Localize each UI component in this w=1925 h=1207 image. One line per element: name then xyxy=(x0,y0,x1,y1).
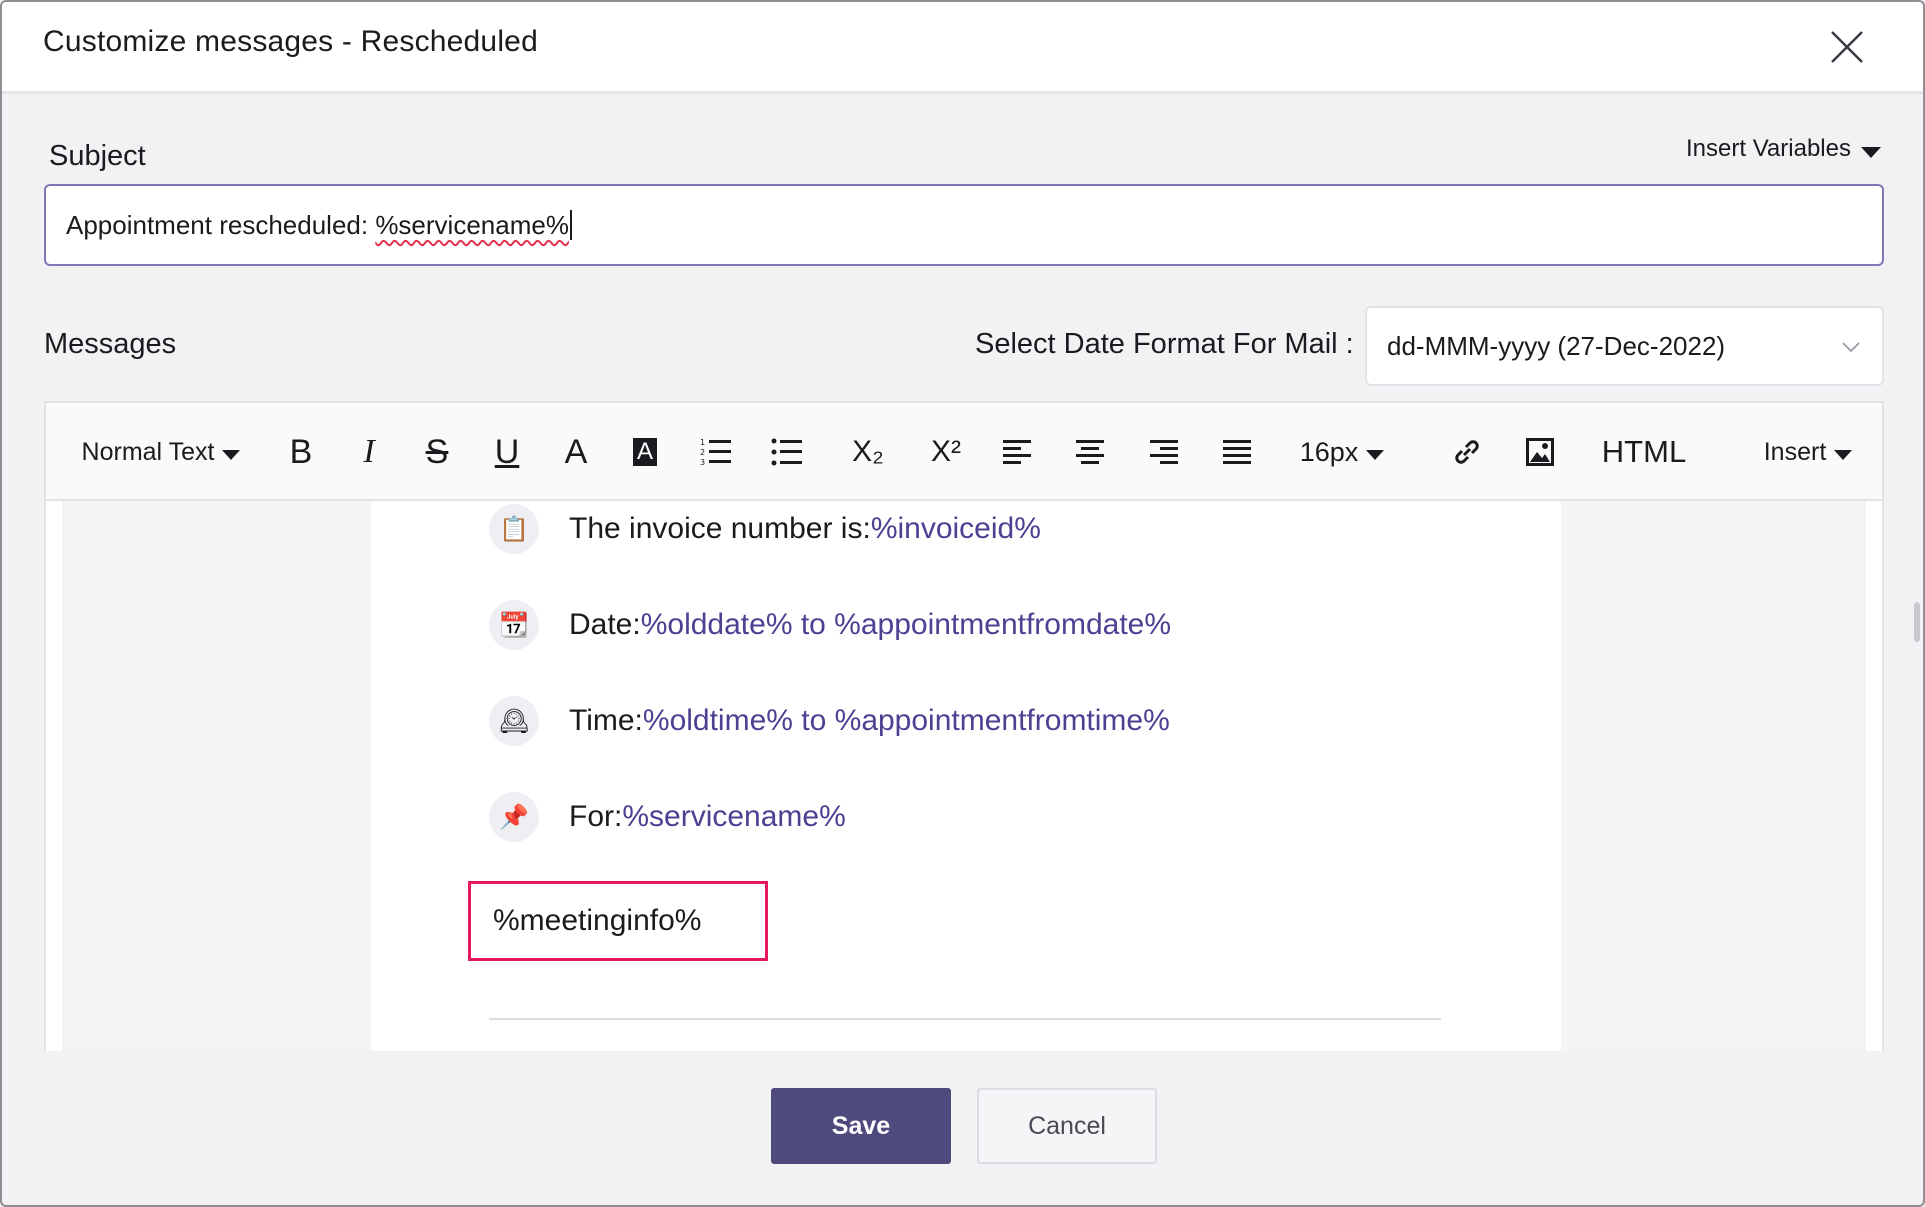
subscript-button[interactable]: X₂ xyxy=(840,403,896,501)
html-button[interactable]: HTML xyxy=(1594,403,1694,501)
pushpin-icon: 📌 xyxy=(489,792,539,842)
close-icon xyxy=(1831,31,1863,63)
date-variable: %olddate% to %appointmentfromdate% xyxy=(640,608,1172,641)
clipboard-icon: 📋 xyxy=(489,504,539,554)
svg-text:3: 3 xyxy=(700,458,705,467)
align-justify-button[interactable] xyxy=(1212,403,1262,501)
font-color-icon: A xyxy=(564,432,588,471)
editor-body[interactable]: 📋 The invoice number is: %invoiceid% 📆 D… xyxy=(46,501,1882,1051)
email-content[interactable]: 📋 The invoice number is: %invoiceid% 📆 D… xyxy=(371,501,1561,1051)
meeting-info-variable: %meetinginfo% xyxy=(493,904,702,937)
italic-button[interactable]: I xyxy=(344,403,394,501)
font-size-dropdown[interactable]: 16px xyxy=(1294,403,1390,501)
caret-down-icon xyxy=(222,450,241,460)
strikethrough-button[interactable]: S xyxy=(412,403,462,501)
date-format-label: Select Date Format For Mail : xyxy=(975,328,1354,360)
unordered-list-icon xyxy=(771,438,802,466)
save-button[interactable]: Save xyxy=(771,1088,951,1164)
chevron-down-icon xyxy=(1842,342,1860,353)
insert-image-button[interactable] xyxy=(1515,403,1565,501)
align-center-icon xyxy=(1076,440,1104,464)
content-divider xyxy=(489,1018,1441,1020)
highlight-icon: A xyxy=(632,438,657,466)
editor-toolbar: Normal Text B I S U A A 1 2 3 X₂ X² 16px… xyxy=(46,403,1882,501)
messages-label: Messages xyxy=(44,328,177,360)
bold-button[interactable]: B xyxy=(276,403,326,501)
time-row: 🕰 Time: %oldtime% to %appointmentfromtim… xyxy=(489,696,1170,746)
paragraph-style-dropdown[interactable]: Normal Text xyxy=(76,403,246,501)
link-icon xyxy=(1455,440,1479,464)
subject-label: Subject xyxy=(49,140,146,172)
align-right-icon xyxy=(1150,440,1178,464)
service-label: For: xyxy=(569,800,623,833)
invoice-variable: %invoiceid% xyxy=(870,512,1041,545)
caret-down-icon xyxy=(1366,450,1385,460)
unordered-list-button[interactable] xyxy=(762,403,812,501)
invoice-row: 📋 The invoice number is: %invoiceid% xyxy=(489,504,1041,554)
cancel-button[interactable]: Cancel xyxy=(977,1088,1157,1164)
message-editor: Normal Text B I S U A A 1 2 3 X₂ X² 16px… xyxy=(44,401,1884,1051)
svg-text:1: 1 xyxy=(700,438,705,447)
underline-button[interactable]: U xyxy=(482,403,532,501)
background-color-button[interactable]: A xyxy=(620,403,670,501)
font-color-button[interactable]: A xyxy=(551,403,601,501)
date-format-select[interactable]: dd-MMM-yyyy (27-Dec-2022) xyxy=(1365,306,1884,386)
underline-icon: U xyxy=(494,432,520,471)
clock-icon: 🕰 xyxy=(489,696,539,746)
align-center-button[interactable] xyxy=(1065,403,1115,501)
caret-down-icon xyxy=(1834,450,1853,460)
date-row: 📆 Date: %olddate% to %appointmentfromdat… xyxy=(489,600,1171,650)
meeting-info-highlight: %meetinginfo% xyxy=(468,881,768,961)
align-justify-icon xyxy=(1223,440,1251,464)
subject-input[interactable]: Appointment rescheduled: %servicename% xyxy=(44,184,1884,266)
superscript-button[interactable]: X² xyxy=(918,403,974,501)
insert-variables-label: Insert Variables xyxy=(1686,135,1851,162)
insert-link-button[interactable] xyxy=(1442,403,1492,501)
dialog-title: Customize messages - Rescheduled xyxy=(43,25,538,58)
html-label: HTML xyxy=(1601,434,1687,469)
subscript-icon: X₂ xyxy=(852,435,884,468)
superscript-icon: X² xyxy=(931,435,961,468)
dialog-header: Customize messages - Rescheduled xyxy=(2,2,1923,94)
align-right-button[interactable] xyxy=(1139,403,1189,501)
editor-gutter-left xyxy=(46,501,62,1051)
svg-text:2: 2 xyxy=(700,448,705,457)
font-size-label: 16px xyxy=(1299,436,1359,467)
insert-variables-dropdown[interactable]: Insert Variables xyxy=(1686,135,1881,163)
customize-messages-dialog: Customize messages - Rescheduled Subject… xyxy=(0,0,1925,1207)
italic-icon: I xyxy=(363,433,375,470)
time-label: Time: xyxy=(569,704,643,737)
ordered-list-icon: 1 2 3 xyxy=(700,438,731,467)
service-variable: %servicename% xyxy=(622,800,846,833)
strikethrough-icon: S xyxy=(425,432,449,471)
ordered-list-button[interactable]: 1 2 3 xyxy=(691,403,741,501)
date-format-value: dd-MMM-yyyy (27-Dec-2022) xyxy=(1387,330,1726,361)
paragraph-style-label: Normal Text xyxy=(81,437,215,466)
subject-variable: %servicename% xyxy=(375,209,569,240)
time-variable: %oldtime% to %appointmentfromtime% xyxy=(642,704,1170,737)
date-label: Date: xyxy=(569,608,641,641)
subject-text: Appointment rescheduled: xyxy=(66,209,376,240)
close-button[interactable] xyxy=(1826,26,1868,68)
service-row: 📌 For: %servicename% xyxy=(489,792,846,842)
caret-down-icon xyxy=(1860,146,1881,158)
text-cursor xyxy=(569,210,572,240)
align-left-icon xyxy=(1003,440,1031,464)
editor-gutter-right xyxy=(1866,501,1882,1051)
scrollbar-thumb[interactable] xyxy=(1914,602,1920,642)
insert-label: Insert xyxy=(1763,437,1827,466)
align-left-button[interactable] xyxy=(992,403,1042,501)
insert-dropdown[interactable]: Insert xyxy=(1758,403,1858,501)
image-icon xyxy=(1526,438,1554,466)
invoice-label: The invoice number is: xyxy=(569,512,871,545)
calendar-icon: 📆 xyxy=(489,600,539,650)
bold-icon: B xyxy=(289,432,313,471)
